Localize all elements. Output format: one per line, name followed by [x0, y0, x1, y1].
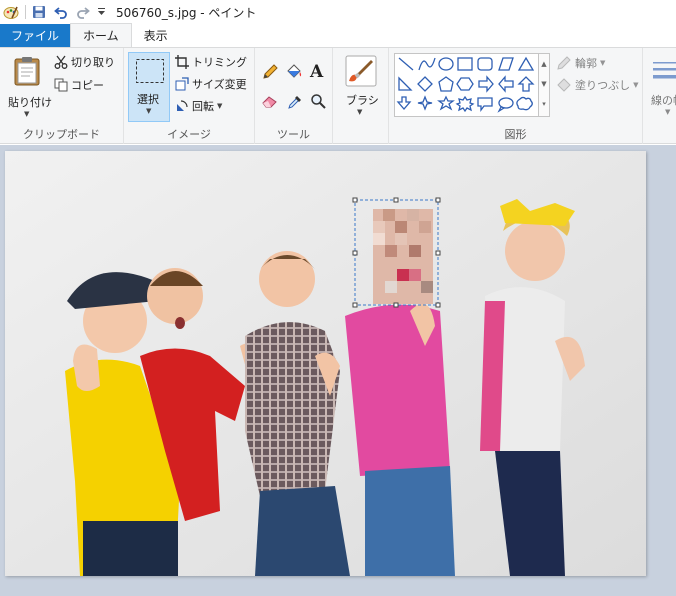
resize-icon	[175, 77, 189, 91]
chevron-down-icon: ▼	[24, 110, 30, 118]
chevron-down-icon: ▼	[600, 59, 606, 67]
crop-icon	[175, 55, 189, 69]
customize-dropdown-icon[interactable]	[94, 1, 108, 23]
cut-button[interactable]: 切り取り	[54, 54, 115, 70]
chevron-down-icon: ▼	[217, 102, 223, 110]
clipboard-icon	[14, 56, 40, 86]
paintbrush-icon	[345, 55, 377, 87]
scroll-up-icon[interactable]: ▲	[539, 54, 549, 74]
image-group-label: イメージ	[167, 128, 211, 141]
fill-icon	[556, 78, 572, 92]
copy-icon	[54, 78, 68, 92]
paint-window: 506760_s.jpg - ペイント ファイル ホーム 表示 貼り付け ▼ 切…	[0, 0, 676, 596]
title-bar: 506760_s.jpg - ペイント	[0, 0, 676, 24]
crop-button[interactable]: トリミング	[175, 54, 247, 70]
cut-label: 切り取り	[71, 56, 115, 69]
clipboard-group: 貼り付け ▼ 切り取り コピー クリップボード	[0, 48, 124, 144]
selection-rectangle-icon	[135, 58, 165, 84]
pixelated-face	[373, 209, 433, 304]
size-button[interactable]: 線の幅 ▼	[647, 52, 676, 124]
brush-group: ブラシ ▼	[333, 48, 389, 144]
fill-bucket-icon[interactable]	[285, 63, 303, 81]
copy-label: コピー	[71, 79, 104, 92]
color-picker-icon[interactable]	[287, 94, 303, 110]
crop-label: トリミング	[192, 56, 247, 69]
pencil-icon[interactable]	[262, 64, 278, 80]
fill-button[interactable]: 塗りつぶし ▼	[556, 77, 639, 93]
brush-label: ブラシ	[346, 94, 379, 107]
brush-button[interactable]: ブラシ ▼	[339, 52, 383, 124]
select-button[interactable]: 選択 ▼	[128, 52, 170, 122]
gallery-expand-icon[interactable]: ▾	[539, 94, 549, 114]
redo-icon[interactable]	[72, 1, 94, 23]
window-title: 506760_s.jpg - ペイント	[116, 5, 257, 20]
resize-label: サイズ変更	[192, 78, 247, 91]
save-icon[interactable]	[28, 1, 50, 23]
paste-button[interactable]: 貼り付け ▼	[4, 52, 52, 120]
paste-label: 貼り付け	[8, 96, 52, 109]
kids-photo	[5, 151, 646, 576]
scissors-icon	[54, 55, 68, 69]
eraser-icon[interactable]	[262, 94, 278, 108]
outline-icon	[556, 56, 572, 70]
chevron-down-icon: ▼	[357, 108, 363, 116]
clipboard-group-label: クリップボード	[23, 128, 100, 141]
outline-label: 輪郭	[575, 57, 597, 70]
shapes-group: ▲ ▼ ▾ 輪郭 ▼ 塗りつぶし ▼ 図形	[389, 48, 643, 144]
shapes-scroll[interactable]: ▲ ▼ ▾	[539, 53, 550, 117]
rotate-label: 回転	[192, 100, 214, 113]
fill-label: 塗りつぶし	[575, 79, 631, 92]
copy-button[interactable]: コピー	[54, 77, 104, 93]
tab-home[interactable]: ホーム	[70, 23, 132, 47]
size-label: 線の幅	[651, 94, 676, 107]
resize-button[interactable]: サイズ変更	[175, 76, 247, 92]
chevron-down-icon: ▼	[146, 107, 152, 115]
canvas-area	[0, 145, 676, 596]
magnifier-icon[interactable]	[310, 93, 326, 109]
tab-file[interactable]: ファイル	[0, 24, 71, 47]
scroll-down-icon[interactable]: ▼	[539, 74, 549, 94]
rotate-icon	[175, 99, 189, 113]
text-tool-icon[interactable]: A	[310, 62, 323, 82]
ribbon: 貼り付け ▼ 切り取り コピー クリップボード 選択 ▼ トリミング サイズ変更…	[0, 47, 676, 144]
chevron-down-icon: ▼	[633, 81, 639, 89]
quick-access-toolbar	[0, 0, 108, 24]
rotate-button[interactable]: 回転 ▼	[175, 98, 222, 114]
tools-group: A ツール	[255, 48, 333, 144]
undo-icon[interactable]	[50, 1, 72, 23]
shapes-group-label: 図形	[504, 128, 527, 141]
ribbon-tabs: ファイル ホーム 表示	[0, 23, 676, 47]
shapes-gallery	[394, 53, 539, 117]
chevron-down-icon: ▼	[665, 108, 671, 116]
image-group: 選択 ▼ トリミング サイズ変更 回転 ▼ イメージ	[124, 48, 255, 144]
tab-view[interactable]: 表示	[132, 24, 180, 47]
line-width-icon	[651, 60, 676, 84]
image-canvas[interactable]	[5, 151, 646, 576]
paint-app-icon	[0, 1, 22, 23]
tools-group-label: ツール	[277, 128, 310, 141]
size-group: 線の幅 ▼	[643, 48, 676, 144]
outline-button[interactable]: 輪郭 ▼	[556, 55, 605, 71]
select-label: 選択	[137, 93, 159, 106]
shapes-gallery-icons[interactable]	[395, 54, 535, 116]
